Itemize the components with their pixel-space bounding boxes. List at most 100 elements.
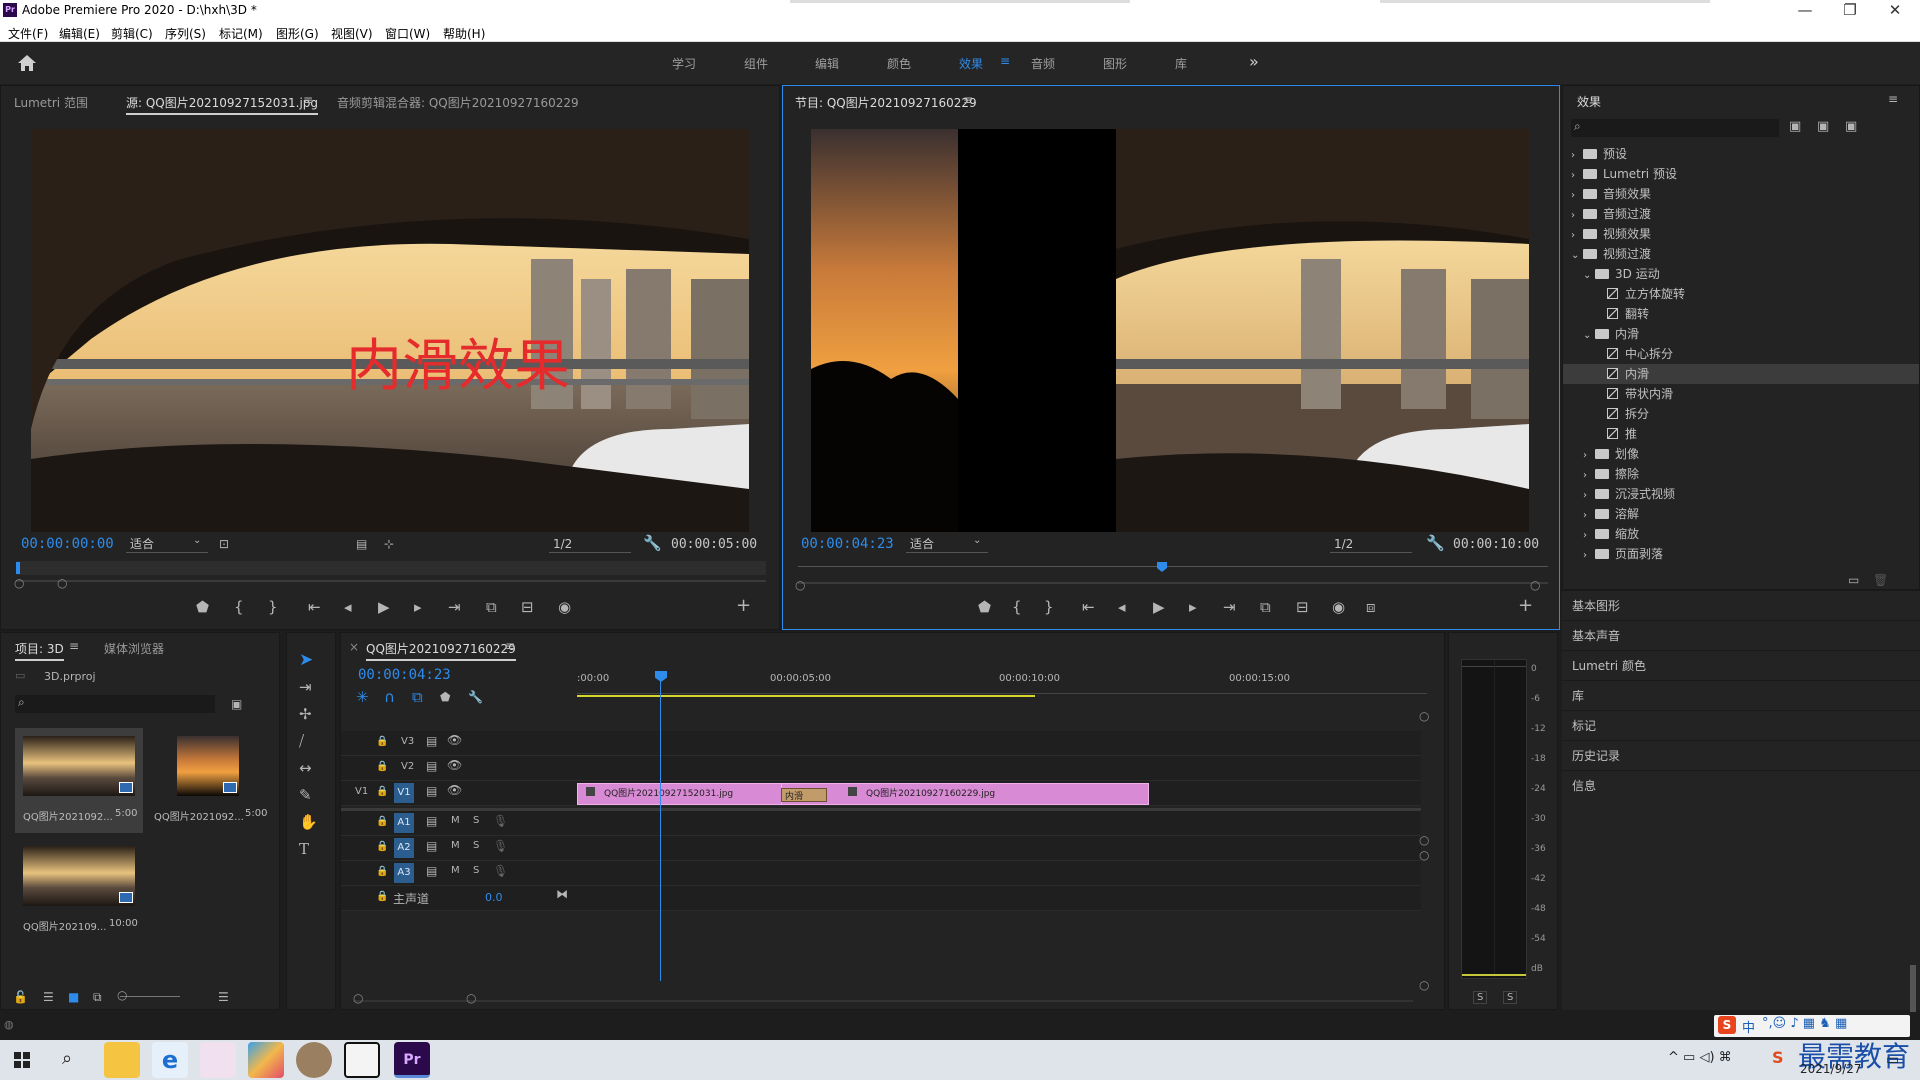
chevron-down-icon[interactable]: ⌄ — [973, 535, 981, 546]
solo-button[interactable]: S — [473, 815, 479, 826]
scroll-handle[interactable]: ○ — [1419, 978, 1429, 992]
menu-marker[interactable]: 标记(M) — [219, 25, 263, 42]
go-to-out-icon[interactable]: ⇥ — [1223, 598, 1236, 616]
source-video-frame[interactable]: 内滑效果 — [31, 129, 749, 532]
zoom-handle-right[interactable]: ○ — [1530, 578, 1540, 592]
effect-folder[interactable]: › 音频效果 — [1563, 184, 1919, 204]
export-frame-icon[interactable]: ◉ — [1332, 598, 1345, 616]
app-icon[interactable] — [296, 1042, 332, 1078]
chevron-down-icon[interactable]: ⌄ — [1583, 326, 1595, 346]
chevron-right-icon[interactable]: › — [1571, 186, 1583, 206]
overwrite-icon[interactable]: ⊹ — [384, 535, 394, 553]
meter-solo-button[interactable]: S — [1473, 991, 1488, 1004]
chevron-right-icon[interactable]: › — [1583, 466, 1595, 486]
maximize-button[interactable]: ❐ — [1835, 1, 1865, 19]
timeline-h-scrollbar[interactable] — [353, 1000, 1413, 1002]
timeline-timecode[interactable]: 00:00:04:23 — [358, 667, 451, 683]
effects-search-input[interactable]: ⌕ — [1571, 119, 1779, 137]
new-search-bin-icon[interactable]: ▣ — [231, 695, 242, 713]
effect-folder[interactable]: › 页面剥落 — [1563, 544, 1919, 564]
mute-button[interactable]: M — [451, 865, 460, 876]
panel-menu-icon[interactable]: ≡ — [963, 93, 973, 107]
home-icon[interactable] — [17, 54, 37, 72]
go-to-in-icon[interactable]: ⇤ — [1082, 598, 1095, 616]
ime-mode[interactable]: 中 — [1742, 1017, 1755, 1036]
ime-toolbar[interactable]: S 中 °,☺ ♪ ▦ ♞ ▦ — [1714, 1015, 1910, 1037]
track-v3[interactable] — [341, 731, 1421, 756]
lock-icon[interactable]: 🔒 — [376, 816, 388, 827]
chevron-right-icon[interactable]: › — [1571, 166, 1583, 186]
program-resolution-dropdown[interactable]: 1/2 — [1330, 535, 1412, 553]
effect-folder[interactable]: › Lumetri 预设 — [1563, 164, 1919, 184]
menu-help[interactable]: 帮助(H) — [443, 25, 485, 42]
panel-menu-icon[interactable]: ≡ — [303, 93, 313, 107]
track-label-a2[interactable]: A2 — [394, 838, 414, 858]
panel-menu-icon[interactable]: ≡ — [505, 639, 515, 653]
mark-in-icon[interactable]: { — [1012, 598, 1022, 616]
mark-out-icon[interactable]: } — [1044, 598, 1054, 616]
section-essential-graphics[interactable]: 基本图形 — [1562, 590, 1920, 620]
program-timecode[interactable]: 00:00:04:23 — [801, 536, 894, 552]
step-back-icon[interactable]: ◂ — [344, 598, 352, 616]
track-v2[interactable] — [341, 756, 1421, 781]
sogou-tray-icon[interactable]: S — [1772, 1048, 1784, 1067]
source-resolution-dropdown[interactable]: 1/2 — [549, 535, 631, 553]
razor-tool-icon[interactable]: ⧸ — [299, 732, 304, 750]
scroll-handle[interactable]: ○ — [353, 991, 363, 1005]
icon-view-icon[interactable]: ■ — [68, 988, 79, 1006]
timeline-clip[interactable]: QQ图片20210927160229.jpg — [781, 783, 1149, 805]
effect-item[interactable]: 拆分 — [1563, 404, 1919, 424]
panel-menu-icon[interactable]: ≡ — [69, 639, 79, 653]
play-icon[interactable]: ▶ — [1153, 598, 1165, 616]
zoom-handle-left[interactable]: ○ — [795, 578, 805, 592]
mic-icon[interactable]: 🎙 — [493, 864, 508, 878]
meter-solo-button[interactable]: S — [1503, 991, 1518, 1004]
tab-program[interactable]: 节目: QQ图片20210927160229 — [795, 94, 977, 111]
tab-media-browser[interactable]: 媒体浏览器 — [104, 640, 164, 657]
play-icon[interactable]: ▶ — [378, 598, 390, 616]
section-history[interactable]: 历史记录 — [1562, 740, 1920, 770]
tray-icons[interactable]: ^ ▭ ◁) ⌘ — [1668, 1050, 1732, 1065]
chevron-down-icon[interactable]: ⌄ — [1571, 246, 1583, 266]
ime-toolbar-icons[interactable]: °,☺ ♪ ▦ ♞ ▦ — [1762, 1016, 1847, 1031]
effect-folder[interactable]: ⌄ 3D 运动 — [1563, 264, 1919, 284]
workspace-menu-icon[interactable]: ≡ — [1000, 54, 1010, 68]
lock-icon[interactable]: 🔒 — [376, 841, 388, 852]
workspace-tab-audio[interactable]: 音频 — [1031, 55, 1055, 72]
project-item[interactable]: QQ图片202109... 10:00 — [15, 838, 143, 943]
effect-folder[interactable]: ⌄ 视频过渡 — [1563, 244, 1919, 264]
step-back-icon[interactable]: ◂ — [1118, 598, 1126, 616]
list-view-icon[interactable]: ☰ — [43, 988, 54, 1006]
workspace-tab-libraries[interactable]: 库 — [1175, 55, 1187, 72]
menu-view[interactable]: 视图(V) — [331, 25, 373, 42]
zoom-handle-right[interactable]: ○ — [57, 576, 67, 590]
effect-folder[interactable]: › 沉浸式视频 — [1563, 484, 1919, 504]
chevron-right-icon[interactable]: › — [1571, 206, 1583, 226]
chevron-right-icon[interactable]: › — [1583, 446, 1595, 466]
tab-project[interactable]: 项目: 3D — [15, 640, 64, 661]
track-label-a3[interactable]: A3 — [394, 863, 414, 883]
snap-icon[interactable]: ∩ — [384, 688, 395, 706]
eye-icon[interactable]: 👁 — [447, 758, 462, 772]
menu-graphics[interactable]: 图形(G) — [276, 25, 319, 42]
chevron-down-icon[interactable]: ⌄ — [193, 535, 201, 546]
app-icon[interactable] — [248, 1042, 284, 1078]
section-info[interactable]: 信息 — [1562, 770, 1920, 800]
section-essential-sound[interactable]: 基本声音 — [1562, 620, 1920, 650]
type-tool-icon[interactable]: T — [299, 840, 309, 858]
effect-item[interactable]: 中心拆分 — [1563, 344, 1919, 364]
32bit-effects-icon[interactable]: ▣ — [1817, 118, 1829, 136]
project-item[interactable]: QQ图片2021092... 5:00 — [15, 728, 143, 833]
yuv-effects-icon[interactable]: ▣ — [1845, 118, 1857, 136]
thumbnail-size-slider[interactable] — [120, 996, 180, 997]
sync-lock-icon[interactable]: ▤ — [426, 784, 437, 798]
workspace-tab-color[interactable]: 颜色 — [887, 55, 911, 72]
transition-block[interactable]: 内滑 — [781, 788, 827, 802]
chevron-right-icon[interactable]: › — [1583, 506, 1595, 526]
chevron-right-icon[interactable]: › — [1571, 146, 1583, 166]
section-markers[interactable]: 标记 — [1562, 710, 1920, 740]
overwrite-clip-icon[interactable]: ⊟ — [521, 598, 534, 616]
premiere-taskbar-icon[interactable]: Pr — [394, 1042, 430, 1078]
source-zoom-bar[interactable] — [16, 580, 766, 582]
track-master[interactable] — [341, 886, 1421, 911]
